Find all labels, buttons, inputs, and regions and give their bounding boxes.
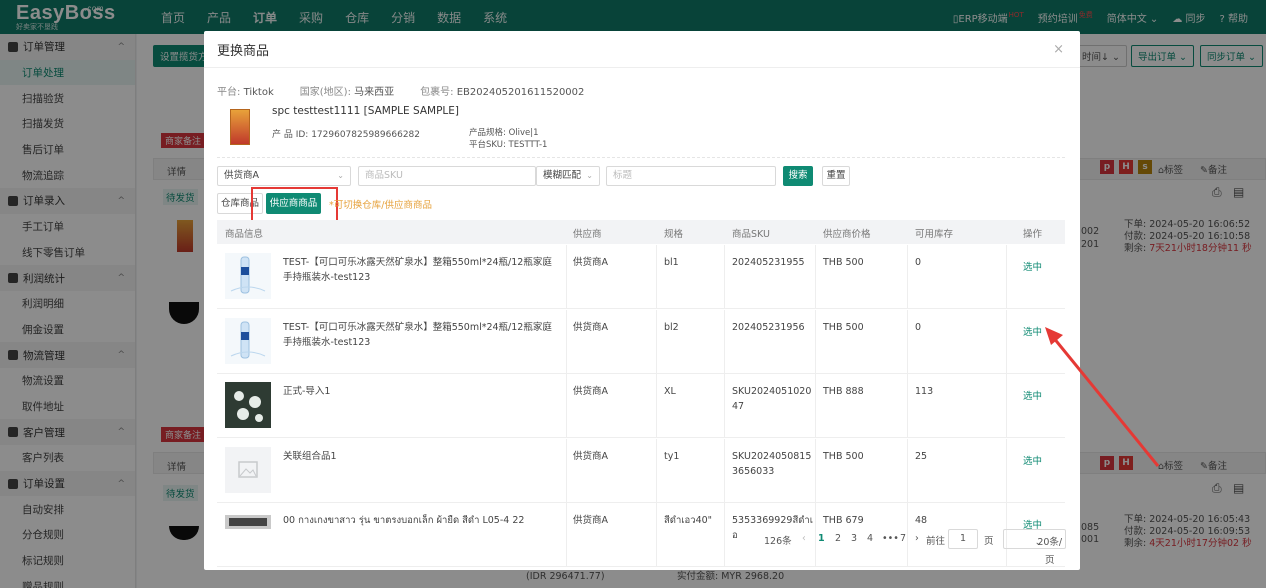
annotation-arrow (1045, 327, 1160, 467)
